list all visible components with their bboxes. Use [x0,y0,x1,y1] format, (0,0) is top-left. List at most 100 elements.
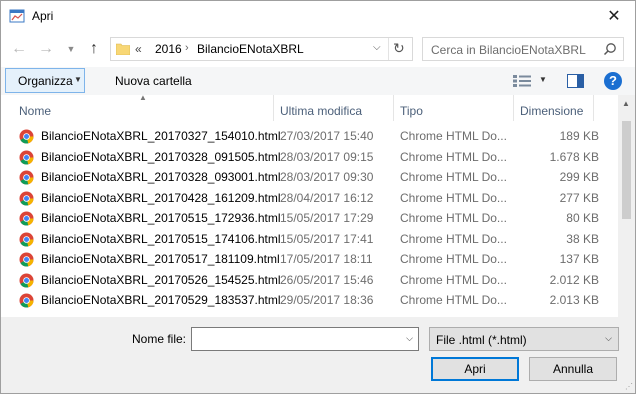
file-row[interactable]: BilancioENotaXBRL_20170327_154010.html 27… [1,126,621,147]
chrome-icon [19,273,34,288]
file-type: Chrome HTML Do... [400,170,507,184]
breadcrumb-item-current[interactable]: BilancioENotaXBRL [197,42,304,56]
file-row[interactable]: BilancioENotaXBRL_20170515_172936.html 15… [1,208,621,229]
file-size: 2.013 KB [549,293,599,307]
chevron-down-icon: ▼ [74,75,82,84]
resize-grip-icon[interactable]: ⋰ [625,382,633,391]
close-icon: ✕ [607,8,621,25]
back-arrow-icon[interactable]: ← [11,40,27,58]
file-size: 277 KB [559,190,599,205]
filename-label: Nome file: [132,332,187,346]
column-divider[interactable] [393,95,394,121]
file-name: BilancioENotaXBRL_20170515_172936.html [41,211,281,225]
address-divider [388,38,389,60]
file-size: 38 KB [566,231,599,246]
search-placeholder: Cerca in BilancioENotaXBRL [431,43,586,57]
breadcrumb-separator-icon[interactable]: › [185,42,189,54]
file-row[interactable]: BilancioENotaXBRL_20170328_091505.html 28… [1,147,621,168]
search-box[interactable]: Cerca in BilancioENotaXBRL [422,37,624,61]
column-header-name[interactable]: Nome [19,104,51,118]
file-rows: BilancioENotaXBRL_20170327_154010.html 27… [1,126,621,311]
file-size: 2.012 KB [549,272,599,287]
column-divider[interactable] [273,95,274,121]
file-date: 28/04/2017 16:12 [280,190,374,205]
file-type: Chrome HTML Do... [400,272,507,287]
column-headers: ▲ Nome Ultima modifica Tipo Dimensione [1,95,621,125]
window-title: Apri [32,9,54,23]
search-icon[interactable] [603,42,617,56]
file-type: Chrome HTML Do... [400,129,507,143]
open-dialog: Apri ✕ ← → ▼ ↑ « 2016 › BilancioENotaXBR… [0,0,636,394]
file-date: 29/05/2017 18:36 [280,293,374,307]
forward-arrow-icon[interactable]: → [38,40,54,58]
file-name: BilancioENotaXBRL_20170428_161209.html [41,190,281,205]
scrollbar-thumb[interactable] [622,121,631,219]
new-folder-button[interactable]: Nuova cartella [115,74,192,88]
file-size: 80 KB [566,211,599,225]
file-size: 189 KB [559,129,599,143]
chrome-icon [19,293,34,308]
file-name: BilancioENotaXBRL_20170517_181109.html [41,252,280,266]
chrome-icon [19,191,34,206]
preview-pane-icon[interactable] [567,74,584,88]
help-icon[interactable]: ? [604,72,622,90]
chrome-icon [19,170,34,185]
file-date: 26/05/2017 15:46 [280,272,374,287]
file-row[interactable]: BilancioENotaXBRL_20170517_181109.html 17… [1,249,621,270]
column-header-type[interactable]: Tipo [400,104,423,118]
file-name: BilancioENotaXBRL_20170529_183537.html [41,293,281,307]
vertical-scrollbar[interactable]: ▲ [618,95,635,317]
file-date: 28/03/2017 09:15 [280,149,374,164]
column-divider[interactable] [513,95,514,121]
file-date: 17/05/2017 18:11 [280,252,373,266]
sort-ascending-icon: ▲ [139,95,147,102]
chrome-icon [19,211,34,226]
file-date: 28/03/2017 09:30 [280,170,374,184]
file-name: BilancioENotaXBRL_20170328_093001.html [41,170,281,184]
address-bar[interactable]: « 2016 › BilancioENotaXBRL ⌵ ↻ [110,37,413,61]
address-dropdown-icon[interactable]: ⌵ [373,42,381,53]
file-row[interactable]: BilancioENotaXBRL_20170529_183537.html 29… [1,290,621,311]
navigation-bar: ← → ▼ ↑ « 2016 › BilancioENotaXBRL ⌵ ↻ C… [1,31,635,67]
file-size: 1.678 KB [549,149,599,164]
column-divider[interactable] [593,95,594,121]
file-row[interactable]: BilancioENotaXBRL_20170526_154525.html 26… [1,270,621,291]
chrome-icon [19,129,34,144]
file-date: 15/05/2017 17:41 [280,231,374,246]
file-type: Chrome HTML Do... [400,252,507,266]
title-bar: Apri ✕ [1,1,635,31]
command-bar: Organizza ▼ Nuova cartella ▼ ? [1,67,635,95]
filename-input[interactable]: ⌵ [191,327,419,351]
folder-icon [116,43,130,55]
column-header-size[interactable]: Dimensione [520,104,583,118]
scroll-up-icon[interactable]: ▲ [622,99,630,108]
filename-dropdown-icon[interactable]: ⌵ [406,333,413,344]
column-header-date[interactable]: Ultima modifica [280,104,362,118]
file-type-filter[interactable]: File .html (*.html) ⌵ [429,327,619,351]
chrome-icon [19,232,34,247]
cancel-button[interactable]: Annulla [529,357,617,381]
open-button[interactable]: Apri [431,357,519,381]
file-list: ▲ Nome Ultima modifica Tipo Dimensione B… [1,95,635,317]
file-row[interactable]: BilancioENotaXBRL_20170428_161209.html 28… [1,188,621,209]
view-dropdown-icon[interactable]: ▼ [539,75,547,84]
breadcrumb-overflow[interactable]: « [135,42,142,56]
file-name: BilancioENotaXBRL_20170328_091505.html [41,149,281,164]
view-options-icon[interactable] [513,75,531,87]
file-row[interactable]: BilancioENotaXBRL_20170328_093001.html 28… [1,167,621,188]
up-arrow-icon[interactable]: ↑ [86,40,102,58]
file-date: 15/05/2017 17:29 [280,211,374,225]
file-size: 137 KB [559,252,599,266]
file-type: Chrome HTML Do... [400,211,507,225]
file-row[interactable]: BilancioENotaXBRL_20170515_174106.html 15… [1,229,621,250]
chrome-icon [19,150,34,165]
chrome-icon [19,252,34,267]
close-button[interactable]: ✕ [597,3,631,29]
file-type: Chrome HTML Do... [400,231,507,246]
refresh-icon[interactable]: ↻ [393,40,405,57]
recent-locations-chevron-icon[interactable]: ▼ [63,40,79,58]
organize-button[interactable]: Organizza ▼ [5,68,85,93]
breadcrumb-item-2016[interactable]: 2016 [155,42,182,56]
file-name: BilancioENotaXBRL_20170515_174106.html [41,231,281,246]
file-type: Chrome HTML Do... [400,293,507,307]
